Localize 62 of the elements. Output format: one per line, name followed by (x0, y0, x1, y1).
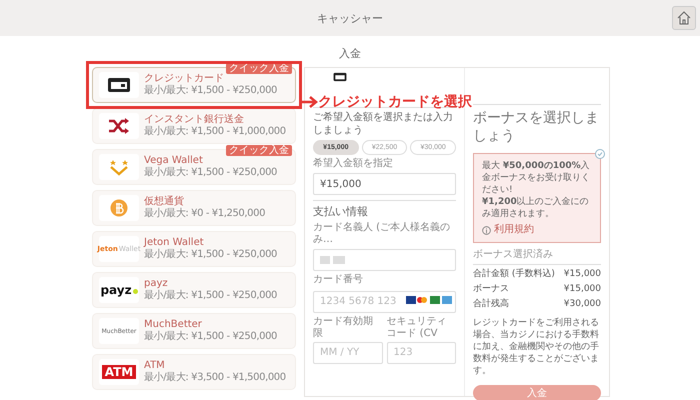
method-range: 最小/最大: ¥1,500 - ¥250,000 (144, 85, 277, 97)
name-field[interactable] (313, 249, 456, 271)
shuffle-icon (108, 118, 130, 134)
credit-card-icon (333, 72, 347, 82)
payment-method-card[interactable]: payz payz 最小/最大: ¥1,500 - ¥250,000 (92, 272, 296, 308)
check-icon (595, 149, 605, 159)
summary-label: ボーナス (473, 284, 509, 295)
card-brands-icon (406, 296, 452, 304)
home-icon (676, 10, 692, 26)
summary-value: ¥30,000 (564, 299, 601, 310)
method-range: 最小/最大: ¥1,500 - ¥250,000 (144, 331, 277, 343)
payment-method-card[interactable]: ATM ATM 最小/最大: ¥3,500 - ¥1,500,000 (92, 354, 296, 390)
bonus-text: 最大 ¥50,000の100%入金ボーナスをお受け取りください! (482, 160, 591, 196)
field-label: カード有効期限 (313, 316, 374, 340)
amount-prompt: ご希望入金額を選択または入力しましょう (313, 107, 456, 137)
field-label: カード名義人 (ご本人様名義のみ… (313, 222, 452, 246)
method-name: payz (144, 278, 169, 290)
method-name: インスタント銀行送金 (144, 114, 245, 126)
method-range: 最小/最大: ¥3,500 - ¥1,500,000 (144, 372, 286, 384)
method-name: 仮想通貨 (144, 196, 185, 208)
summary-value: ¥15,000 (564, 284, 601, 295)
fee-note: レジットカードをご利用される場合、当カジノにおける手数料に加え、金融機関やその他の手数料が発生することがございます。 (473, 317, 600, 377)
arrow-icon (302, 96, 318, 108)
page-title: 入金 (338, 46, 362, 61)
field-label: 希望入金額を指定 (313, 158, 394, 170)
info-icon (482, 226, 491, 234)
bonus-text: ¥1,200以上のご入金にのみ適用されます。 (482, 196, 590, 220)
field-label: カード番号 (313, 274, 364, 286)
payment-method-card[interactable]: インスタント銀行送金 最小/最大: ¥1,500 - ¥1,000,000 (92, 108, 296, 144)
header-title: キャッシャー (317, 10, 383, 26)
amount-field[interactable]: ¥15,000 (313, 173, 456, 195)
atm-logo: ATM (102, 365, 136, 379)
bonus-status: ボーナス選択済み (473, 247, 601, 265)
dot-icon (132, 289, 138, 294)
terms-link[interactable]: 利用規約 (482, 224, 592, 236)
method-name: ATM (144, 360, 166, 372)
cvv-field[interactable]: 123 (386, 342, 456, 364)
vega-logo-icon (108, 158, 130, 176)
payz-logo: payz (100, 283, 132, 297)
method-range: 最小/最大: ¥0 - ¥1,250,000 (144, 208, 266, 220)
card-number-field[interactable]: 1234 5678 123 (313, 290, 456, 312)
payment-method-card[interactable]: 仮想通貨 最小/最大: ¥0 - ¥1,250,000 (92, 190, 296, 226)
method-name: MuchBetter (144, 319, 203, 330)
method-range: 最小/最大: ¥1,500 - ¥250,000 (144, 167, 277, 179)
summary-label: 合計残高 (473, 299, 509, 310)
section-title: 支払い情報 (313, 200, 456, 219)
field-label: セキュリティコード (CV (386, 316, 448, 340)
bitcoin-icon (110, 199, 128, 217)
method-name: Jeton Wallet (144, 237, 205, 248)
method-name: Vega Wallet (144, 155, 204, 166)
bonus-title: ボーナスを選択しましょう (473, 104, 601, 145)
deposit-button[interactable]: 入金 (473, 385, 601, 400)
home-button[interactable] (672, 6, 696, 30)
quick-deposit-badge: クイック入金 (226, 145, 292, 156)
method-range: 最小/最大: ¥1,500 - ¥250,000 (144, 290, 277, 302)
summary-value: ¥15,000 (564, 269, 601, 280)
method-range: 最小/最大: ¥1,500 - ¥250,000 (144, 249, 277, 261)
expiry-field[interactable]: MM / YY (313, 342, 382, 364)
method-name: クレジットカード (144, 73, 225, 84)
summary-label: 合計金額 (手数料込) (473, 269, 555, 280)
credit-card-icon (107, 77, 131, 93)
method-range: 最小/最大: ¥1,500 - ¥1,000,000 (144, 126, 286, 138)
